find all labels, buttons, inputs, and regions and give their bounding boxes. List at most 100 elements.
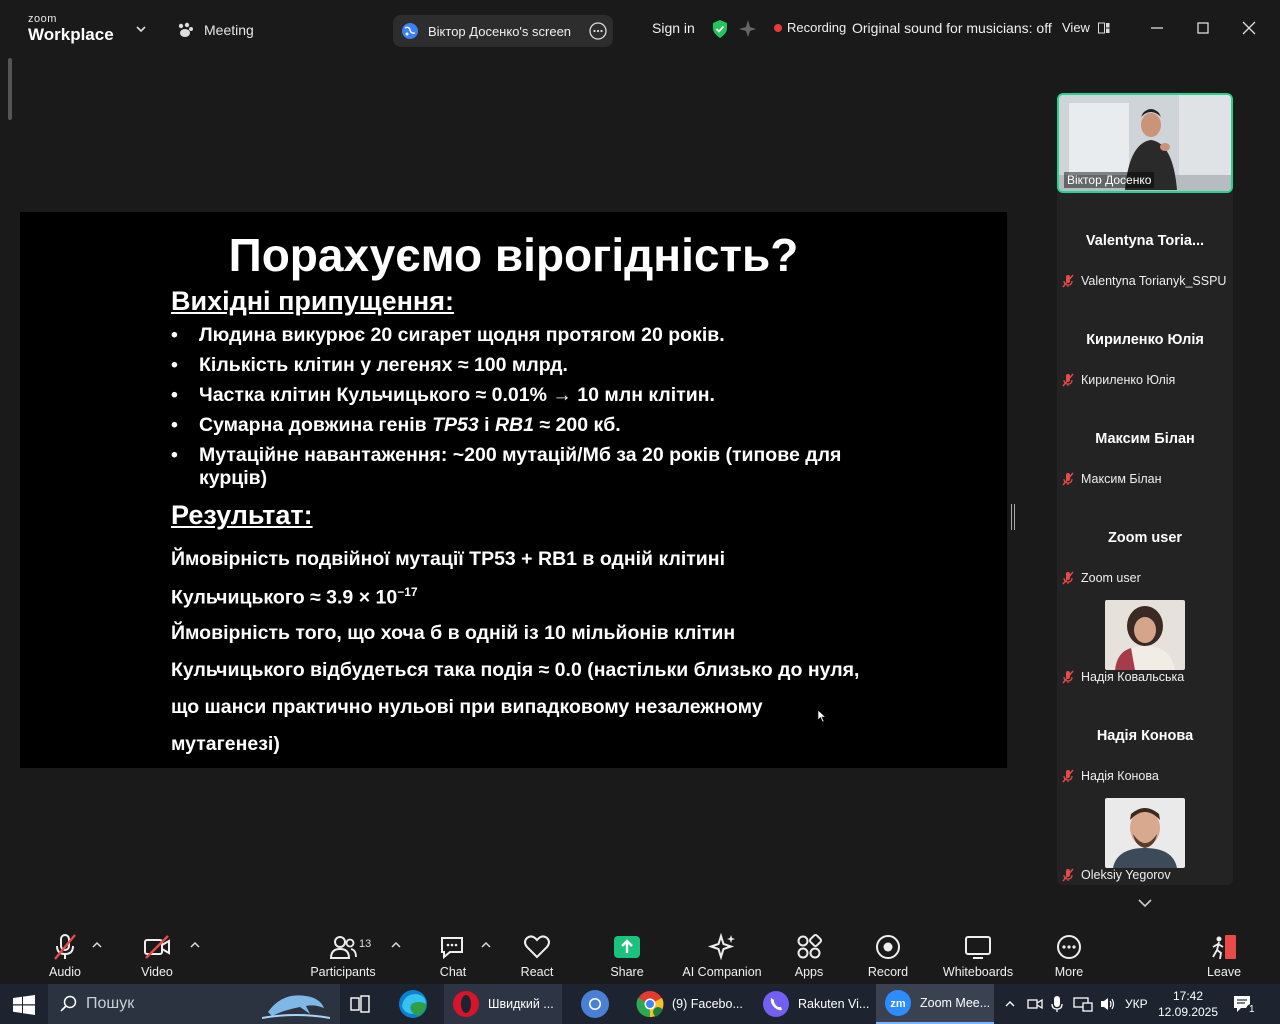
apps-button[interactable]: Apps (786, 924, 832, 984)
list-item: Мутаційне навантаження: ~200 мутацій/Мб … (171, 444, 871, 490)
language-indicator[interactable]: УКР (1125, 984, 1148, 1024)
tray-expand-icon[interactable] (1005, 1000, 1015, 1008)
participant-avatar (1105, 798, 1185, 868)
globe-icon (402, 23, 418, 39)
participant-display-name: Максим Білан (1095, 431, 1195, 447)
taskbar-chrome-facebook[interactable]: (9) Facebo... (628, 984, 746, 1024)
recording-dot-icon (774, 23, 782, 32)
chevron-down-icon[interactable] (1137, 896, 1153, 910)
mic-muted-icon (1062, 571, 1074, 585)
minimize-icon[interactable] (1147, 18, 1167, 38)
record-icon (876, 935, 900, 959)
chevron-up-icon[interactable] (190, 941, 200, 949)
ai-companion-label: AI Companion (682, 965, 762, 979)
view-layout-icon (1097, 22, 1110, 33)
participant-row[interactable]: Oleksiy Yegorov (1061, 865, 1171, 885)
participant-display-name: Valentyna Toria... (1085, 233, 1205, 249)
heart-icon (524, 935, 550, 959)
participant-name: Zoom user (1081, 571, 1141, 585)
chevron-up-icon[interactable] (391, 941, 401, 949)
meeting-label: Meeting (204, 22, 254, 38)
chrome-icon (636, 991, 664, 1018)
zoom-title-bar: zoom Workplace Meeting Віктор Досенко's … (0, 0, 1280, 58)
more-label: More (1054, 965, 1084, 979)
speaker-volume-icon[interactable] (1099, 996, 1117, 1012)
sign-in-button[interactable]: Sign in (652, 20, 695, 36)
edge-icon[interactable] (396, 988, 430, 1020)
meeting-paw-icon (178, 22, 193, 37)
chat-button[interactable]: Chat (430, 924, 476, 984)
taskbar-clock[interactable]: 17:42 12.09.2025 (1158, 984, 1218, 1024)
maximize-icon[interactable] (1193, 18, 1213, 38)
more-button[interactable]: More (1046, 924, 1092, 984)
search-icon (60, 995, 77, 1012)
participant-name: Кириленко Юлія (1081, 373, 1176, 387)
clock-time: 17:42 (1172, 989, 1204, 1003)
active-speaker-name: Віктор Досенко (1064, 172, 1155, 188)
svg-text:zm: zm (890, 998, 906, 1010)
leave-door-icon (1212, 935, 1236, 960)
search-placeholder: Пошук (86, 995, 135, 1012)
taskbar-opera-app[interactable]: Швидкий ... (444, 984, 562, 1024)
participant-display-name: Надія Конова (1096, 728, 1194, 744)
app-label: Rakuten Vi... (798, 997, 870, 1011)
screen-share-pill[interactable]: Віктор Досенко's screen (393, 15, 613, 47)
leave-label: Leave (1206, 965, 1242, 979)
participant-row[interactable]: Надія Конова (1061, 766, 1159, 786)
chevron-up-icon[interactable] (92, 941, 102, 949)
participant-display-name: Кириленко Юлія (1086, 332, 1204, 348)
network-icon[interactable] (1073, 996, 1093, 1012)
participant-name: Надія Конова (1081, 769, 1159, 783)
taskbar-zoom-app[interactable]: zm Zoom Mee... (876, 984, 994, 1024)
view-button[interactable]: View (1062, 20, 1110, 35)
opera-icon (453, 991, 479, 1017)
logo-line1: zoom (28, 13, 57, 25)
task-view-icon[interactable] (350, 995, 370, 1013)
app-label: (9) Facebo... (672, 997, 743, 1011)
record-label: Record (867, 965, 909, 979)
participant-row[interactable]: Valentyna Torianyk_SSPU (1061, 271, 1226, 291)
participants-gallery: Віктор Досенко Valentyna Toria... Valent… (1057, 93, 1233, 885)
participant-display-name: Zoom user (1107, 530, 1183, 546)
whiteboards-button[interactable]: Whiteboards (940, 924, 1016, 984)
ai-companion-button[interactable]: AI Companion (680, 924, 764, 984)
list-item: Сумарна довжина генів TP53 і RB1 ≈ 200 к… (171, 414, 871, 437)
active-speaker-tile[interactable]: Віктор Досенко (1057, 93, 1233, 193)
app-label: Zoom Mee... (920, 996, 991, 1010)
ai-sparkle-icon[interactable] (738, 19, 757, 38)
participants-button[interactable]: Participants (308, 924, 378, 984)
recording-indicator[interactable]: Recording (774, 20, 846, 35)
assumptions-heading: Вихідні припущення: (171, 286, 454, 316)
exponent: −17 (397, 585, 418, 599)
meet-now-icon[interactable] (1027, 996, 1043, 1012)
react-label: React (520, 965, 554, 979)
video-button[interactable]: Video (134, 924, 180, 984)
original-sound-toggle[interactable]: Original sound for musicians: off (852, 20, 1052, 36)
result-heading: Результат: (171, 500, 313, 530)
mic-muted-icon (1062, 670, 1074, 684)
share-button[interactable]: Share (604, 924, 650, 984)
taskbar-search-box[interactable]: Пошук (48, 984, 340, 1024)
audio-button[interactable]: Audio (42, 924, 88, 984)
record-button[interactable]: Record (865, 924, 911, 984)
leave-button[interactable]: Leave (1201, 924, 1247, 984)
meeting-button[interactable]: Meeting (176, 18, 254, 42)
chevron-up-icon[interactable] (481, 941, 491, 949)
participant-row[interactable]: Надія Ковальська (1061, 667, 1184, 687)
microphone-icon[interactable] (1050, 995, 1064, 1013)
participant-row[interactable]: Кириленко Юлія (1061, 370, 1175, 390)
result-line: Кульчицького ≈ 3.9 × 10−17 (171, 585, 418, 609)
react-button[interactable]: React (514, 924, 560, 984)
windows-start-icon[interactable] (13, 995, 35, 1015)
more-options-icon[interactable] (589, 22, 607, 40)
chevron-down-icon[interactable] (134, 22, 148, 36)
shield-check-icon[interactable] (711, 19, 729, 39)
screen-share-label: Віктор Досенко's screen (428, 23, 572, 39)
taskbar-viber-app[interactable]: Rakuten Vi... (754, 984, 872, 1024)
list-item: Людина викурює 20 сигарет щодня протягом… (171, 324, 871, 347)
participant-row[interactable]: Максим Білан (1061, 469, 1162, 489)
chromium-icon[interactable] (578, 988, 612, 1020)
close-icon[interactable] (1239, 18, 1259, 38)
panel-resize-handle[interactable] (1011, 504, 1015, 530)
participant-row[interactable]: Zoom user (1061, 568, 1141, 588)
